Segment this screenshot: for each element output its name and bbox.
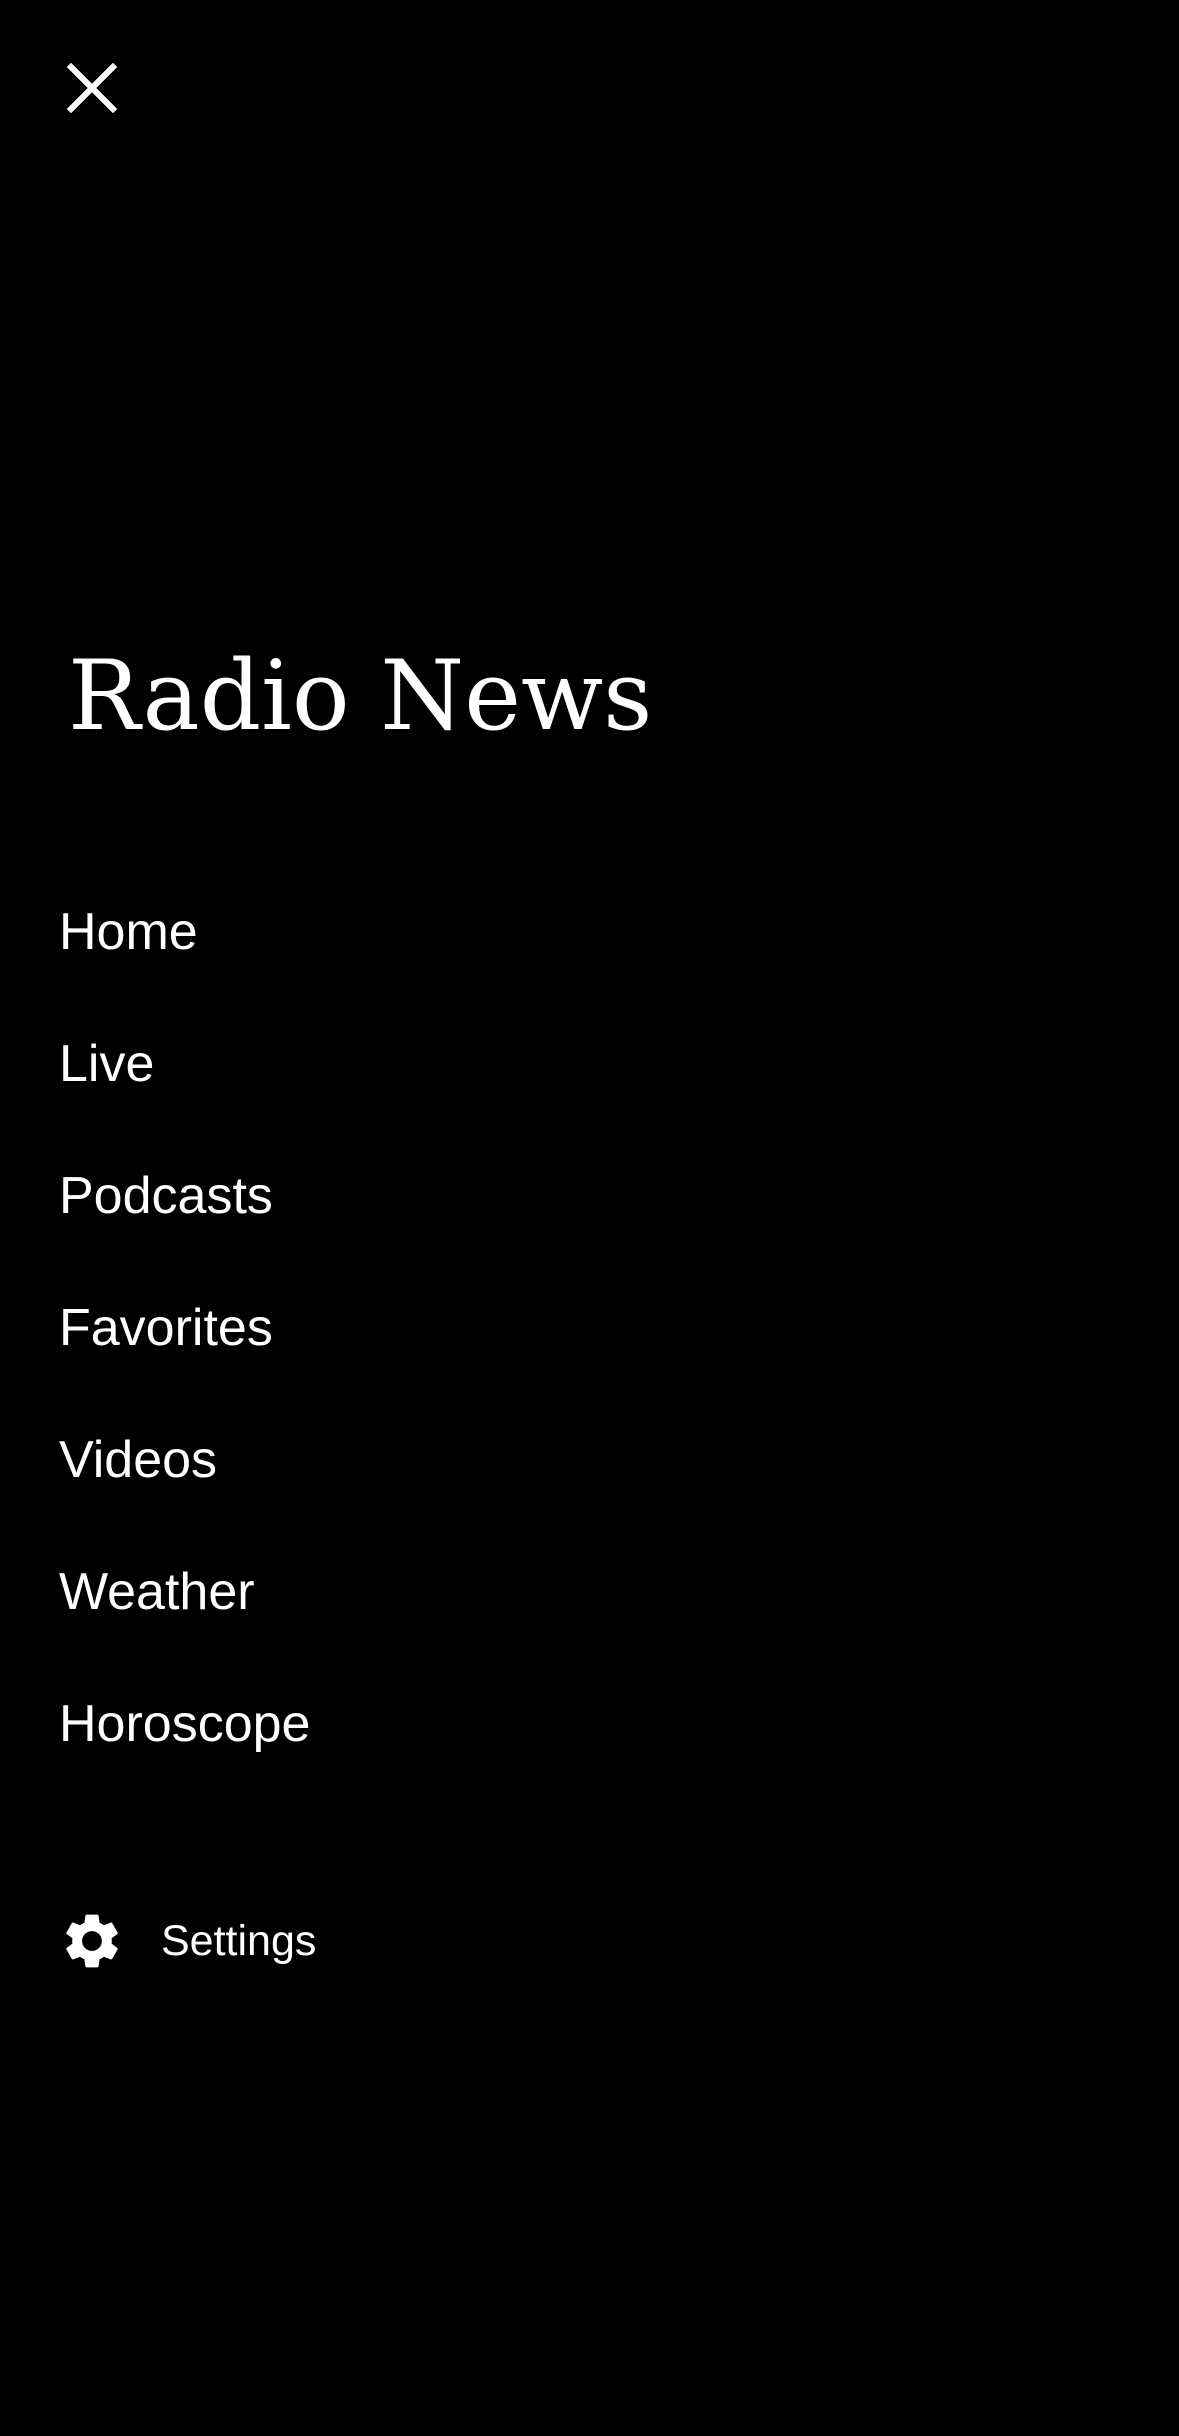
gear-icon	[59, 1908, 125, 1974]
nav-item-videos[interactable]: Videos	[59, 1394, 310, 1526]
nav-item-podcasts[interactable]: Podcasts	[59, 1130, 310, 1262]
nav-item-favorites[interactable]: Favorites	[59, 1262, 310, 1394]
nav-item-weather[interactable]: Weather	[59, 1526, 310, 1658]
nav-item-live[interactable]: Live	[59, 998, 310, 1130]
close-icon	[67, 63, 117, 113]
nav-item-home[interactable]: Home	[59, 866, 310, 998]
settings-label: Settings	[161, 1917, 317, 1965]
nav-item-horoscope[interactable]: Horoscope	[59, 1658, 310, 1790]
close-button[interactable]	[56, 52, 128, 124]
settings-button[interactable]: Settings	[59, 1907, 316, 1975]
app-title: Radio News	[68, 640, 653, 752]
nav-menu: Home Live Podcasts Favorites Videos Weat…	[59, 866, 310, 1790]
